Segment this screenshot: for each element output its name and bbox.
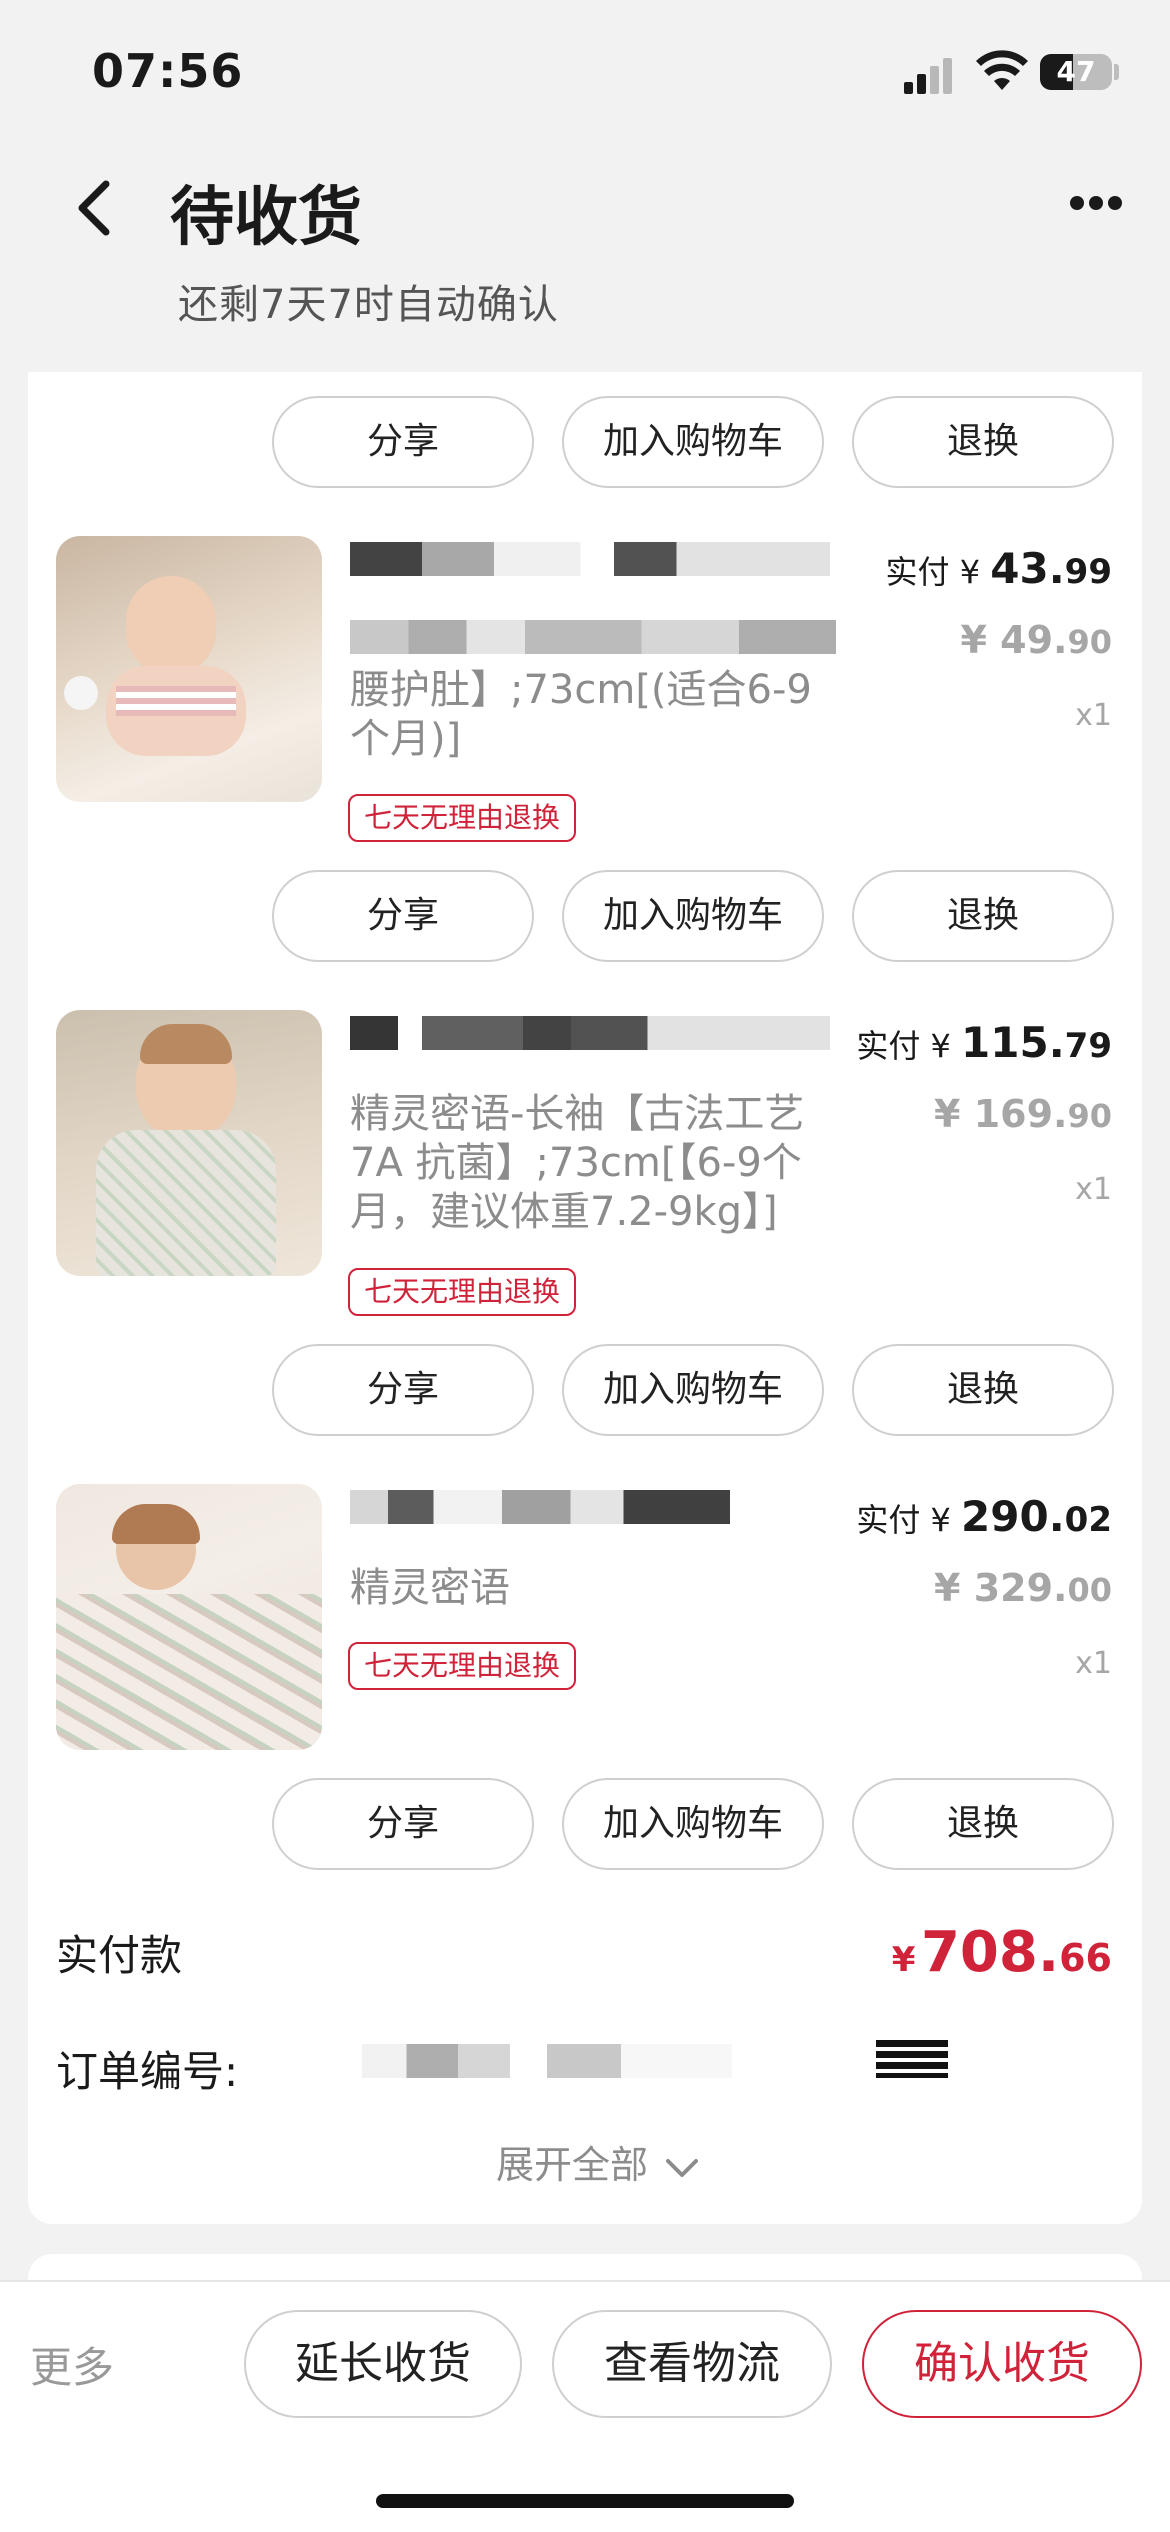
product-title-redacted <box>350 1490 730 1524</box>
share-button[interactable]: 分享 <box>272 1778 534 1870</box>
currency: ¥ <box>959 553 981 591</box>
spec-line: 个月)] <box>350 716 462 762</box>
spec-line: 月，建议体重7.2-9kg】] <box>350 1189 778 1235</box>
paid-dec: 02 <box>1064 1500 1112 1540</box>
cellular-signal-icon <box>904 56 954 94</box>
order-number-redacted <box>876 2040 948 2078</box>
paid-int: 115. <box>961 1018 1065 1067</box>
orig-int: ¥ 329. <box>934 1566 1068 1610</box>
currency: ¥ <box>930 1501 951 1539</box>
quantity: x1 <box>1075 698 1112 733</box>
return-exchange-button[interactable]: 退换 <box>852 1778 1114 1870</box>
seven-day-return-badge: 七天无理由退换 <box>348 1642 577 1690</box>
chevron-down-icon <box>666 2158 699 2177</box>
quantity: x1 <box>1075 1646 1112 1681</box>
confirm-receipt-button[interactable]: 确认收货 <box>862 2310 1142 2418</box>
back-arrow-icon[interactable] <box>70 178 120 238</box>
paid-int: 290. <box>961 1492 1065 1541</box>
share-button[interactable]: 分享 <box>272 396 534 488</box>
paid-dec: 79 <box>1064 1026 1112 1066</box>
orig-int: ¥ 49. <box>960 618 1068 662</box>
auto-confirm-countdown: 还剩7天7时自动确认 <box>178 282 559 328</box>
quantity: x1 <box>1075 1172 1112 1207</box>
add-to-cart-button[interactable]: 加入购物车 <box>562 870 824 962</box>
product-image[interactable] <box>56 1010 322 1276</box>
spec-line: 腰护肚】;73cm[(适合6-9 <box>350 667 812 713</box>
order-number-label: 订单编号: <box>56 2047 239 2096</box>
paid-int: 43. <box>990 544 1065 593</box>
return-exchange-button[interactable]: 退换 <box>852 1344 1114 1436</box>
total-paid-amount: ¥ 708.66 <box>892 1920 1112 1985</box>
product-spec: 精灵密语 <box>350 1564 850 1613</box>
currency: ¥ <box>930 1027 951 1065</box>
battery-cap <box>1114 64 1119 80</box>
product-spec: 腰护肚】;73cm[(适合6-9 个月)] <box>350 666 850 764</box>
home-indicator[interactable] <box>376 2494 794 2508</box>
share-button[interactable]: 分享 <box>272 870 534 962</box>
total-int: 708. <box>920 1920 1060 1985</box>
status-time: 07:56 <box>92 44 244 98</box>
paid-dec: 99 <box>1064 552 1112 592</box>
orig-dec: 00 <box>1067 1571 1112 1609</box>
orig-dec: 90 <box>1067 1097 1112 1135</box>
view-logistics-button[interactable]: 查看物流 <box>552 2310 832 2418</box>
paid-label: 实付 <box>885 553 950 591</box>
page-title: 待收货 <box>170 181 362 255</box>
product-title-redacted <box>350 1016 830 1050</box>
total-paid-label: 实付款 <box>56 1931 183 1980</box>
return-exchange-button[interactable]: 退换 <box>852 870 1114 962</box>
order-number-redacted[interactable] <box>362 2044 732 2078</box>
extend-receipt-button[interactable]: 延长收货 <box>244 2310 522 2418</box>
more-options-icon[interactable] <box>1070 196 1122 212</box>
original-price: ¥ 169.90 <box>934 1092 1112 1136</box>
paid-price: 实付 ¥ 43.99 <box>886 544 1112 593</box>
wifi-icon <box>976 50 1028 90</box>
more-button[interactable]: 更多 <box>30 2334 114 2395</box>
battery-level: 47 <box>1056 55 1096 88</box>
product-spec: 精灵密语-长袖【古法工艺 7A 抗菌】;73cm[【6-9个 月，建议体重7.2… <box>350 1090 850 1237</box>
paid-label: 实付 <box>856 1501 921 1539</box>
total-dec: 66 <box>1059 1936 1112 1980</box>
orig-int: ¥ 169. <box>934 1092 1068 1136</box>
expand-all-label: 展开全部 <box>496 2143 649 2187</box>
product-image[interactable] <box>56 536 322 802</box>
total-currency: ¥ <box>891 1940 916 1980</box>
return-exchange-button[interactable]: 退换 <box>852 396 1114 488</box>
seven-day-return-badge: 七天无理由退换 <box>348 794 577 842</box>
paid-label: 实付 <box>856 1027 921 1065</box>
orig-dec: 90 <box>1067 623 1112 661</box>
original-price: ¥ 329.00 <box>934 1566 1112 1610</box>
spec-line: 精灵密语 <box>350 1565 510 1611</box>
battery-icon: 47 <box>1040 54 1112 90</box>
spec-line: 7A 抗菌】;73cm[【6-9个 <box>350 1140 802 1186</box>
product-image[interactable] <box>56 1484 322 1750</box>
share-button[interactable]: 分享 <box>272 1344 534 1436</box>
paid-price: 实付 ¥ 290.02 <box>856 1492 1112 1541</box>
seven-day-return-badge: 七天无理由退换 <box>348 1268 577 1316</box>
product-name-redacted <box>350 620 836 654</box>
paid-price: 实付 ¥ 115.79 <box>856 1018 1112 1067</box>
divider <box>0 2280 1170 2282</box>
product-title-redacted <box>350 542 830 576</box>
spec-line: 精灵密语-长袖【古法工艺 <box>350 1091 805 1137</box>
expand-all-link[interactable]: 展开全部 <box>496 2134 700 2189</box>
add-to-cart-button[interactable]: 加入购物车 <box>562 1778 824 1870</box>
add-to-cart-button[interactable]: 加入购物车 <box>562 1344 824 1436</box>
original-price: ¥ 49.90 <box>960 618 1112 662</box>
add-to-cart-button[interactable]: 加入购物车 <box>562 396 824 488</box>
